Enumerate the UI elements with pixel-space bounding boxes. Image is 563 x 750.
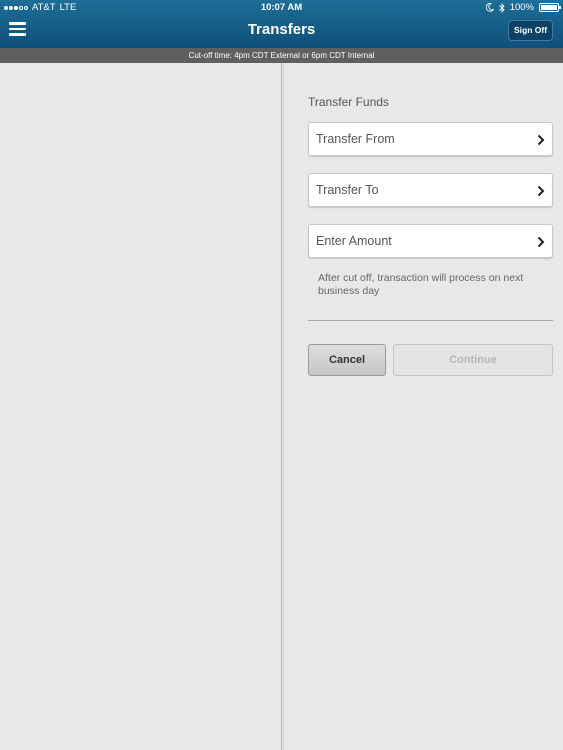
cutoff-note: After cut off, transaction will process … bbox=[318, 272, 524, 297]
chevron-right-icon bbox=[537, 134, 545, 146]
bluetooth-icon bbox=[498, 2, 505, 13]
page-title: Transfers bbox=[247, 21, 316, 38]
enter-amount-field[interactable]: Enter Amount bbox=[308, 224, 553, 258]
transfer-panel: Transfer Funds Transfer From Transfer To… bbox=[283, 63, 563, 750]
status-bar: AT&T LTE 10:07 AM 100% bbox=[0, 0, 563, 15]
battery-percent: 100% bbox=[509, 2, 534, 13]
transfer-from-label: Transfer From bbox=[316, 132, 395, 146]
chevron-right-icon bbox=[537, 185, 545, 197]
cutoff-banner: Cut-off time: 4pm CDT External or 6pm CD… bbox=[0, 48, 563, 63]
transfer-to-label: Transfer To bbox=[316, 183, 379, 197]
moon-icon bbox=[485, 3, 494, 12]
section-label: Transfer Funds bbox=[308, 95, 389, 109]
battery-icon bbox=[539, 3, 561, 12]
continue-button[interactable]: Continue bbox=[393, 344, 553, 376]
enter-amount-label: Enter Amount bbox=[316, 234, 392, 248]
chevron-right-icon bbox=[537, 236, 545, 248]
hamburger-menu-icon[interactable] bbox=[9, 22, 26, 36]
status-right: 100% bbox=[485, 0, 561, 15]
transfer-from-field[interactable]: Transfer From bbox=[308, 122, 553, 156]
divider bbox=[308, 320, 553, 321]
app-header: AT&T LTE 10:07 AM 100% Transfers Sign Of… bbox=[0, 0, 563, 48]
left-panel bbox=[0, 63, 282, 750]
cancel-button[interactable]: Cancel bbox=[308, 344, 386, 376]
status-time: 10:07 AM bbox=[260, 2, 303, 13]
transfer-to-field[interactable]: Transfer To bbox=[308, 173, 553, 207]
sign-off-button[interactable]: Sign Off bbox=[508, 20, 553, 41]
